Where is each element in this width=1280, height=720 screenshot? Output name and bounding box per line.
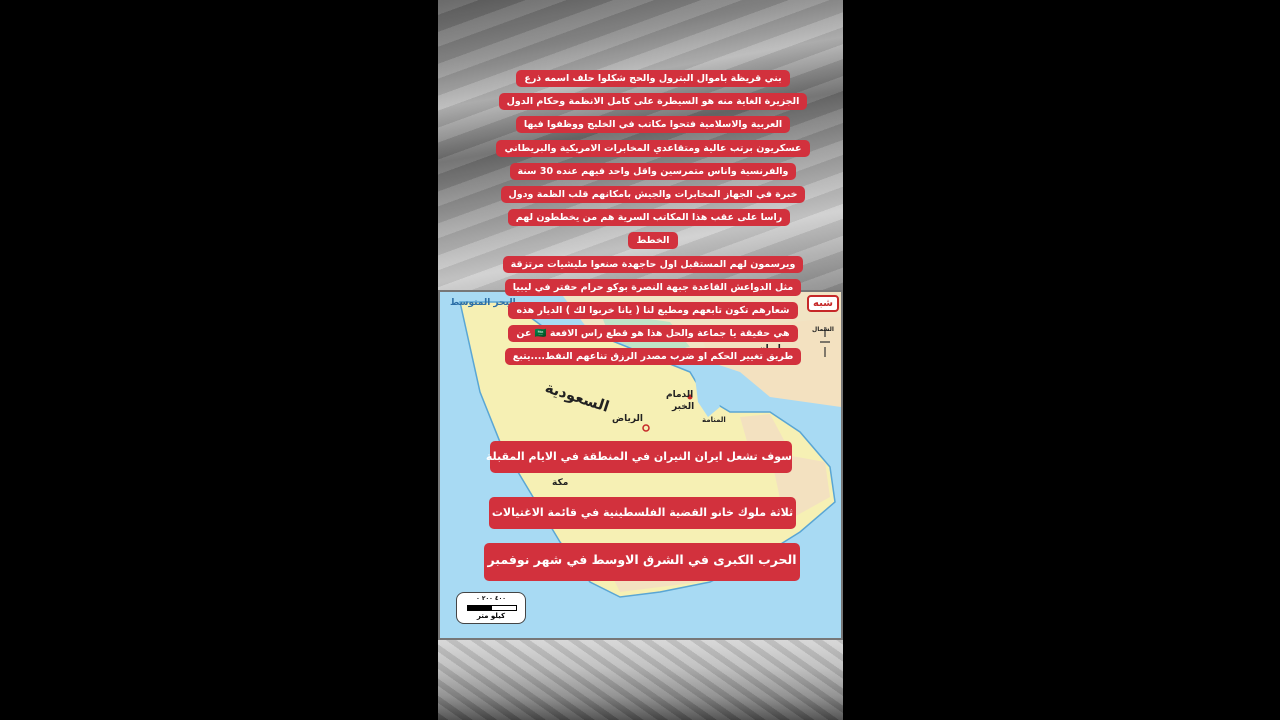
scale-unit: كيلو متر: [476, 612, 506, 620]
khobar-label: الخبر: [672, 402, 695, 412]
manama-label: المنامة: [702, 416, 726, 424]
caption-line: عسكريون برتب عالية ومتقاعدي المخابرات ال…: [496, 139, 810, 157]
scale-numbers: ٤٠٠ ٢٠٠ ٠: [476, 595, 506, 602]
iran-banner: سوف تشعل ايران النيران في المنطقة في الا…: [486, 441, 792, 473]
kings-banner: ثلاثة ملوك خانو القضية الفلسطينية في قائ…: [489, 497, 796, 529]
caption-line: والفرنسية واناس متمرسين واقل واحد فيهم ع…: [509, 162, 797, 180]
caption-line: مثل الدواعش القاعدة جبهة النصرة بوكو حرا…: [504, 278, 802, 296]
caption-line: خبرة في الجهاز المخابرات والجيش بامكانهم…: [500, 186, 806, 204]
scale-bar: [467, 605, 517, 611]
dammam-label: الدمام: [666, 390, 694, 400]
caption-paragraph: بني قريظة باموال البترول والحج شكلوا حلف…: [494, 66, 812, 368]
caption-line: العربية والاسلامية فتحوا مكاتب في الخليج…: [515, 116, 791, 134]
makkah-label: مكة: [552, 478, 569, 488]
riyadh-label: الرياض: [612, 414, 643, 424]
video-frame: شبه البحر المتوسط إيران الشمال الرياض ال…: [438, 0, 843, 720]
map-scale: ٤٠٠ ٢٠٠ ٠ كيلو متر: [456, 592, 526, 624]
caption-line: بني قريظة باموال البترول والحج شكلوا حلف…: [516, 70, 790, 87]
background-photo-bottom: [438, 640, 843, 720]
north-label: الشمال: [812, 326, 834, 333]
war-banner: الحرب الكبرى في الشرق الاوسط في شهر نوفم…: [484, 543, 800, 581]
caption-line: الجزيرة الغاية منه هو السيطرة على كامل ا…: [498, 93, 808, 111]
caption-line: شعارهم تكون تابعهم ومطيع لنا ( يانا خربو…: [508, 302, 798, 320]
caption-line: راسا على عقب هذا المكاتب السرية هم من يخ…: [507, 209, 791, 250]
caption-line: هي حقيقة يا جماعة والحل هذا هو قطع راس ا…: [508, 325, 798, 343]
caption-line: ويرسمون لهم المستقبل اول حاجهدة صنعوا مل…: [502, 255, 804, 273]
caption-line: طريق تغيير الحكم او ضرب مصدر الرزق تناعه…: [504, 348, 802, 366]
